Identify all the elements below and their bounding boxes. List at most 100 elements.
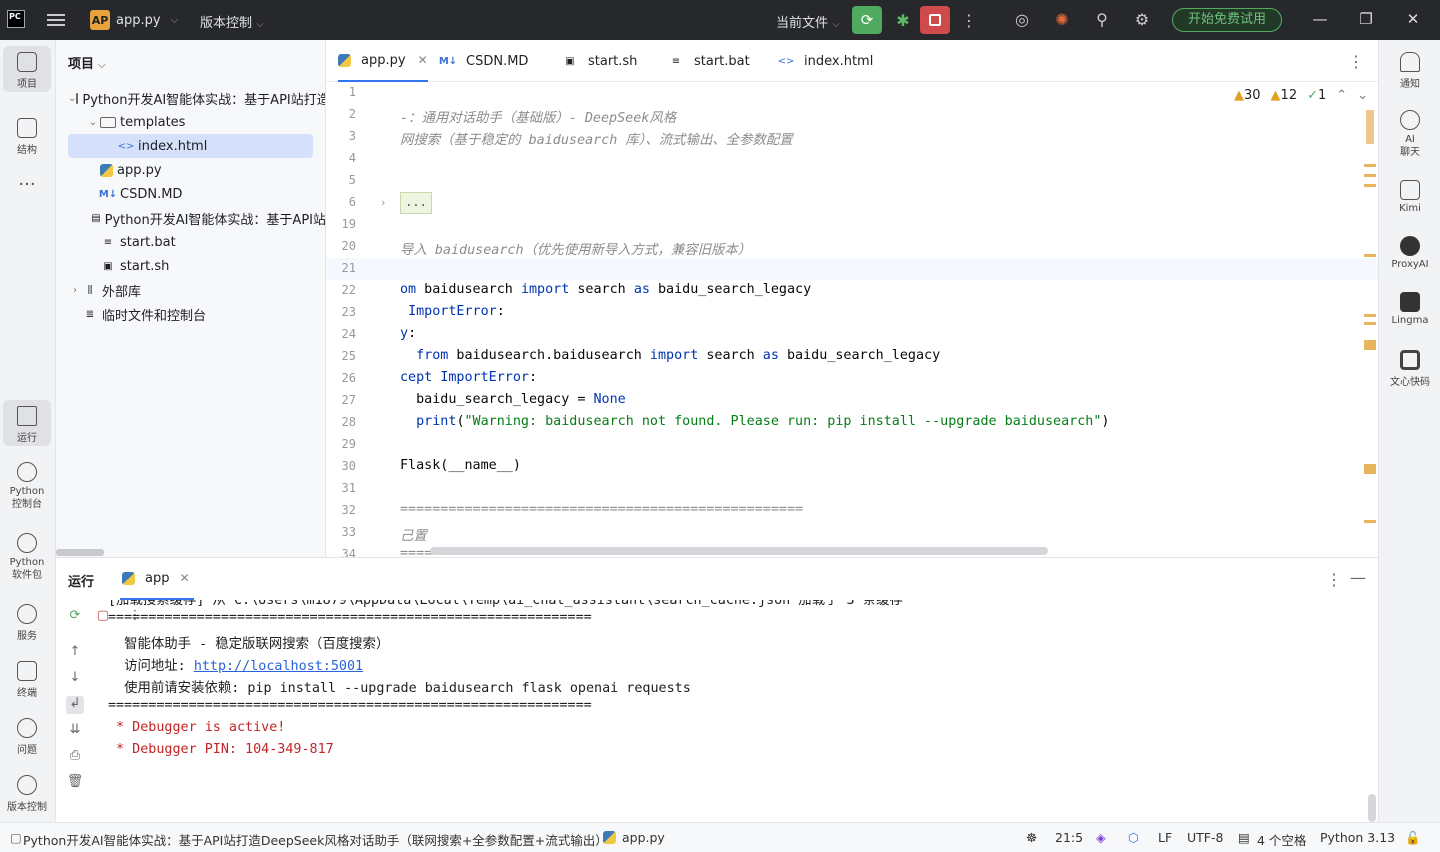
tree-item[interactable]: ≡ start.bat [56,230,325,254]
lock-icon[interactable]: 🔓 [1405,830,1421,846]
error-stripe-mark[interactable] [1364,254,1376,257]
code-line[interactable]: ImportError: [400,304,505,319]
tool-kimi[interactable]: Kimi [1379,180,1440,214]
indent-setting[interactable]: 4 个空格 [1257,830,1306,849]
error-stripe-mark[interactable] [1364,164,1376,167]
editor-tab[interactable]: ≡ start.bat [668,40,750,82]
console-viewport[interactable]: [加载搜索缓存] 从 C:\Users\m1879\AppData\Local\… [96,600,1368,823]
chevron-up-icon[interactable]: ⌃ [1336,88,1347,103]
inspector-icon[interactable]: ☸ [1026,830,1037,845]
minimize-window-button[interactable]: — [1310,10,1330,28]
tree-item[interactable]: <> index.html [68,134,313,158]
code-line[interactable]: cept ImportError: [400,370,537,385]
breadcrumb-file[interactable]: app.py [622,830,665,845]
run-tab-app[interactable]: app ✕ [120,558,194,600]
search-icon[interactable]: ⚲ [1091,9,1113,31]
tool-lingma[interactable]: Lingma [1379,292,1440,326]
editor-tab[interactable]: M↓ CSDN.MD [439,40,529,82]
more-tools-icon[interactable]: ··· [3,174,51,195]
trash-icon[interactable]: 🗑 [66,774,84,792]
breadcrumb-root[interactable]: Python开发AI智能体实战：基于API站打造DeepSeek风格对话助手（联… [23,830,608,849]
line-separator[interactable]: LF [1158,830,1172,845]
tree-item[interactable]: app.py [56,158,325,182]
tool-vcs[interactable]: 版本控制 [3,775,51,813]
editor-tab[interactable]: ▣ start.sh [562,40,637,82]
chevron-down-icon[interactable]: ⌄ [1357,88,1368,103]
more-vertical-icon[interactable]: ⋮ [1348,52,1364,71]
maximize-window-button[interactable]: ❐ [1356,10,1376,28]
more-vertical-icon[interactable]: ⋮ [1326,570,1342,589]
console-scrollbar[interactable] [1368,794,1376,822]
arrow-up-icon[interactable]: ↑ [66,644,84,662]
tool-run[interactable]: 运行 [3,400,51,446]
error-stripe-mark[interactable] [1364,314,1376,317]
minimize-panel-icon[interactable]: — [1350,568,1366,587]
spiral-plugin-icon[interactable]: ◎ [1011,9,1033,31]
soft-wrap-icon[interactable]: ↲ [66,696,84,714]
vcs-menu[interactable]: 版本控制 ⌵ [200,12,264,31]
code-line[interactable]: Flask(__name__) [400,458,521,473]
tool-structure[interactable]: 结构 [3,118,51,156]
code-line[interactable]: print("Warning: baidusearch not found. P… [400,414,1109,429]
error-stripe-mark[interactable] [1364,464,1376,474]
tool-problems[interactable]: 问题 [3,718,51,756]
code-line[interactable]: 己置 [400,524,427,544]
code-line[interactable]: from baidusearch.baidusearch import sear… [400,348,940,363]
more-actions-button[interactable]: ⋮ [954,6,984,34]
start-trial-button[interactable]: 开始免费试用 [1172,8,1282,32]
tool-wenxin[interactable]: 文心快码 [1379,350,1440,388]
run-config-selector[interactable]: 当前文件 ⌵ [776,12,840,31]
tool-project[interactable]: 项目 [3,46,51,92]
main-menu-icon[interactable] [47,11,65,29]
sparkle-plugin-icon[interactable]: ✺ [1051,9,1073,31]
tree-item[interactable]: › ⫼ 外部库 [56,278,325,302]
tree-item[interactable]: ≣ 临时文件和控制台 [56,302,325,326]
file-encoding[interactable]: UTF-8 [1187,830,1223,845]
print-icon[interactable]: ⎙ [66,748,84,766]
editor-tab[interactable]: app.py ✕ [338,40,428,82]
arrow-down-icon[interactable]: ↓ [66,670,84,688]
code-line[interactable]: y: [400,326,416,341]
code-line[interactable]: 导入 baidusearch（优先使用新导入方式，兼容旧版本） [400,238,751,258]
editor-scroll-thumb[interactable] [1366,110,1374,144]
tool-python-packages[interactable]: Python 软件包 [3,533,51,582]
interpreter-selector[interactable]: Python 3.13 [1320,830,1395,845]
localhost-link[interactable]: http://localhost:5001 [194,659,363,674]
error-stripe-mark[interactable] [1364,322,1376,325]
tree-item[interactable]: ⌄ templates [56,110,325,134]
code-line[interactable]: baidu_search_legacy = None [400,392,626,407]
gear-icon[interactable]: ⚙ [1131,9,1153,31]
tree-item[interactable]: ⌄ Python开发AI智能体实战：基于API站打造 [56,86,325,110]
project-panel-title[interactable]: 项目 ⌵ [68,53,106,72]
close-icon[interactable]: ✕ [179,571,189,585]
scroll-to-end-icon[interactable]: ⇊ [66,722,84,740]
editor-tab[interactable]: <> index.html [778,40,874,82]
tree-item[interactable]: ▣ start.sh [56,254,325,278]
tool-proxyai[interactable]: ProxyAI [1379,236,1440,270]
tool-ai-chat[interactable]: AI 聊天 [1379,110,1440,159]
error-stripe-mark[interactable] [1364,520,1376,523]
editor-horizontal-scrollbar[interactable] [430,547,1048,555]
project-panel-scrollbar[interactable] [56,549,104,556]
tool-services[interactable]: 服务 [3,604,51,642]
project-switcher[interactable]: AP app.py ⌵ [90,10,178,30]
chevron-right-icon[interactable]: › [68,285,82,296]
rerun-button[interactable]: ⟳ [852,6,882,34]
chevron-down-icon[interactable]: ⌄ [68,93,76,104]
error-stripe-mark[interactable] [1364,184,1376,187]
close-icon[interactable]: ✕ [418,53,428,67]
code-line[interactable]: 网搜索（基于稳定的 baidusearch 库）、流式输出、全参数配置 [400,128,793,148]
error-stripe-mark[interactable] [1364,340,1376,350]
inspection-widget[interactable]: ▲30 ▲12 ✓1 ⌃ ⌄ [1234,88,1368,103]
ai-assistant-icon[interactable]: ◈ [1096,830,1106,845]
tree-item[interactable]: M↓ CSDN.MD [56,182,325,206]
stop-button[interactable] [920,6,950,34]
code-line[interactable]: -：通用对话助手（基础版）- DeepSeek风格 [400,106,676,126]
tree-item[interactable]: ▤ Python开发AI智能体实战：基于API站 [56,206,325,230]
caret-position[interactable]: 21:5 [1055,830,1083,845]
close-window-button[interactable]: ✕ [1403,10,1423,28]
code-line[interactable]: ========================================… [400,502,803,517]
rerun-icon[interactable]: ⟳ [66,608,84,626]
fold-arrow-icon[interactable]: › [381,196,385,209]
debug-button[interactable]: ✱ [888,6,918,34]
